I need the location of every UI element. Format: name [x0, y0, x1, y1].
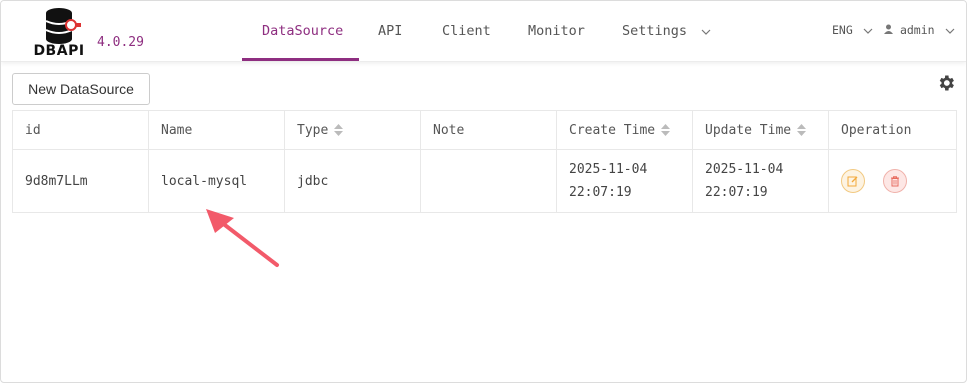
update-date: 2025-11-04	[705, 162, 784, 177]
create-date: 2025-11-04	[569, 162, 648, 177]
database-icon	[45, 8, 81, 44]
delete-button[interactable]	[882, 169, 907, 193]
create-time: 22:07:19	[569, 185, 632, 200]
gear-icon[interactable]	[936, 73, 956, 93]
col-id: id	[12, 110, 149, 150]
logo-text: DBAPI	[33, 43, 85, 59]
edit-icon	[847, 176, 858, 187]
app-window: DBAPI 4.0.29 DataSource API Client Monit…	[0, 0, 967, 383]
sort-icon[interactable]	[334, 124, 344, 136]
nav-client-label: Client	[442, 23, 491, 39]
update-time: 22:07:19	[705, 185, 768, 200]
active-tab-indicator	[242, 58, 359, 61]
sort-icon[interactable]	[661, 124, 671, 136]
chevron-down-icon	[863, 28, 873, 34]
top-header: DBAPI 4.0.29 DataSource API Client Monit…	[1, 1, 966, 62]
nav-datasource-label: DataSource	[262, 23, 344, 39]
delete-icon	[890, 176, 899, 187]
cell-create-time: 2025-11-04 22:07:19	[556, 149, 693, 213]
cell-update-time: 2025-11-04 22:07:19	[692, 149, 829, 213]
nav-settings[interactable]: Settings	[622, 1, 711, 61]
table-header-row: id Name Type Note Create Time Update Tim…	[12, 110, 957, 150]
nav-client[interactable]: Client	[442, 1, 491, 61]
user-name: admin	[899, 23, 935, 37]
col-note-label: Note	[433, 122, 465, 138]
col-update-time-label: Update Time	[705, 122, 792, 138]
nav-api-label: API	[378, 23, 403, 39]
col-type[interactable]: Type	[284, 110, 421, 150]
col-type-label: Type	[297, 122, 329, 138]
col-create-time-label: Create Time	[569, 122, 656, 138]
nav-datasource[interactable]: DataSource	[262, 1, 343, 61]
col-id-label: id	[25, 122, 41, 138]
chevron-down-icon	[945, 28, 954, 34]
col-operation-label: Operation	[841, 122, 912, 138]
nav-settings-label: Settings	[622, 23, 688, 39]
col-name: Name	[148, 110, 285, 150]
nav-api[interactable]: API	[378, 1, 402, 61]
datasource-table: id Name Type Note Create Time Update Tim…	[12, 110, 957, 213]
sort-icon[interactable]	[797, 124, 807, 136]
nav-monitor[interactable]: Monitor	[528, 1, 585, 61]
language-selector[interactable]: ENG	[832, 23, 873, 37]
col-name-label: Name	[161, 122, 193, 138]
col-operation: Operation	[828, 110, 957, 150]
cell-note	[420, 149, 557, 213]
table-row: 9d8m7LLm local-mysql jdbc 2025-11-04 22:…	[12, 149, 957, 213]
edit-button[interactable]	[841, 169, 865, 193]
cell-id: 9d8m7LLm	[12, 149, 149, 213]
user-menu[interactable]: admin	[884, 23, 955, 37]
col-create-time[interactable]: Create Time	[556, 110, 693, 150]
cell-name: local-mysql	[148, 149, 285, 213]
chevron-down-icon	[701, 29, 711, 35]
annotation-arrow	[206, 209, 279, 267]
col-update-time[interactable]: Update Time	[692, 110, 829, 150]
col-note: Note	[420, 110, 557, 150]
new-datasource-button[interactable]: New DataSource	[12, 73, 150, 105]
nav-monitor-label: Monitor	[528, 23, 585, 39]
cell-type: jdbc	[284, 149, 421, 213]
logo[interactable]: DBAPI	[31, 7, 91, 59]
user-icon	[884, 24, 893, 34]
language-label: ENG	[832, 23, 853, 37]
version-label: 4.0.29	[97, 35, 144, 50]
cell-operation	[828, 149, 957, 213]
